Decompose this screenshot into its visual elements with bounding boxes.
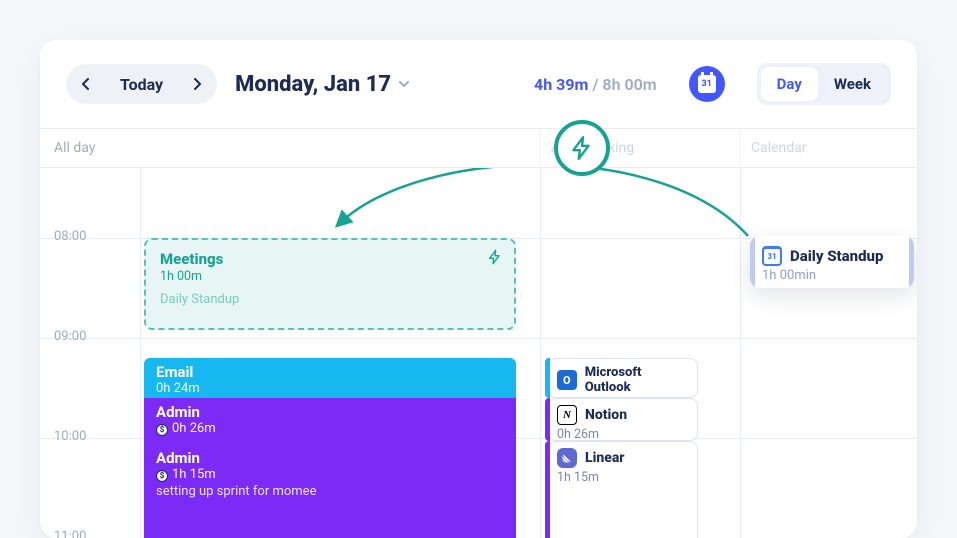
date-nav: Today xyxy=(66,64,217,104)
view-switch: Day Week xyxy=(757,63,891,105)
tracked-header xyxy=(140,129,540,167)
drag-dot xyxy=(750,236,754,240)
hour-label-8: 08:00 xyxy=(40,229,100,244)
app-title: Linear xyxy=(585,450,625,466)
auto-track-badge xyxy=(554,120,610,176)
today-button[interactable]: Today xyxy=(110,75,173,94)
event-duration: 0h 26m xyxy=(156,421,504,436)
google-calendar-icon xyxy=(762,246,782,266)
caret-down-icon xyxy=(399,81,409,88)
ghost-event-desc: Daily Standup xyxy=(160,292,500,307)
time-summary: 4h 39m / 8h 00m xyxy=(534,75,657,94)
chevron-right-icon xyxy=(191,78,203,90)
event-duration: 0h 24m xyxy=(156,381,504,396)
event-desc: setting up sprint for momee xyxy=(156,484,504,499)
event-duration: 1h 15m xyxy=(156,467,504,482)
tracked-event-email[interactable]: Email 0h 24m xyxy=(144,358,516,398)
date-picker[interactable]: Monday, Jan 17 xyxy=(235,72,409,97)
bolt-icon xyxy=(487,249,503,265)
next-day-button[interactable] xyxy=(181,68,213,100)
calendar-event-daily-standup[interactable]: Daily Standup 1h 00min xyxy=(750,236,914,288)
currency-icon xyxy=(156,470,168,482)
allday-header: All day xyxy=(40,129,100,167)
calendar-header: Calendar xyxy=(740,129,917,167)
time-total: 8h 00m xyxy=(602,75,656,94)
calendar-button[interactable] xyxy=(689,66,725,102)
app-title: Microsoft Outlook xyxy=(585,365,689,395)
column-headers: All day Auto-tracking Calendar xyxy=(40,128,917,168)
app-card-notion[interactable]: N Notion 0h 26m xyxy=(548,398,698,441)
hour-label-10: 10:00 xyxy=(40,429,100,444)
event-title: Email xyxy=(156,363,504,381)
ghost-event-duration: 1h 00m xyxy=(160,269,500,284)
app-card-linear[interactable]: Linear 1h 15m xyxy=(548,441,698,538)
time-used: 4h 39m xyxy=(534,75,588,94)
event-title: Admin xyxy=(156,449,504,467)
current-date-label: Monday, Jan 17 xyxy=(235,72,391,97)
header: Today Monday, Jan 17 4h 39m / 8h 00m Day… xyxy=(40,40,917,128)
bolt-icon xyxy=(569,135,595,161)
app-card-outlook[interactable]: OMicrosoft Outlook 0h 24m xyxy=(548,358,698,398)
tracked-event-admin-2[interactable]: Admin 1h 15m setting up sprint for momee xyxy=(144,441,516,538)
notion-icon: N xyxy=(557,405,577,425)
event-title: Admin xyxy=(156,403,504,421)
timeline-grid: 08:00 09:00 10:00 11:00 Meetings 1h 00m … xyxy=(40,168,917,538)
chevron-left-icon xyxy=(80,78,92,90)
app-card: Today Monday, Jan 17 4h 39m / 8h 00m Day… xyxy=(40,40,917,538)
app-duration: 1h 15m xyxy=(557,470,689,485)
hour-label-9: 09:00 xyxy=(40,329,100,344)
prev-day-button[interactable] xyxy=(70,68,102,100)
ghost-event-meetings[interactable]: Meetings 1h 00m Daily Standup xyxy=(144,238,516,330)
view-day-option[interactable]: Day xyxy=(761,67,818,101)
tracked-event-admin-1[interactable]: Admin 0h 26m xyxy=(144,398,516,441)
calendar-event-duration: 1h 00min xyxy=(762,268,902,283)
outlook-icon: O xyxy=(557,370,577,390)
calendar-event-title: Daily Standup xyxy=(790,247,883,265)
app-title: Notion xyxy=(585,407,627,423)
hour-label-11: 11:00 xyxy=(40,529,100,538)
app-duration: 0h 26m xyxy=(557,427,689,442)
currency-icon xyxy=(156,424,168,436)
ghost-event-title: Meetings xyxy=(160,250,500,268)
calendar-icon xyxy=(698,75,716,93)
linear-icon xyxy=(557,448,577,468)
view-week-option[interactable]: Week xyxy=(818,67,887,101)
